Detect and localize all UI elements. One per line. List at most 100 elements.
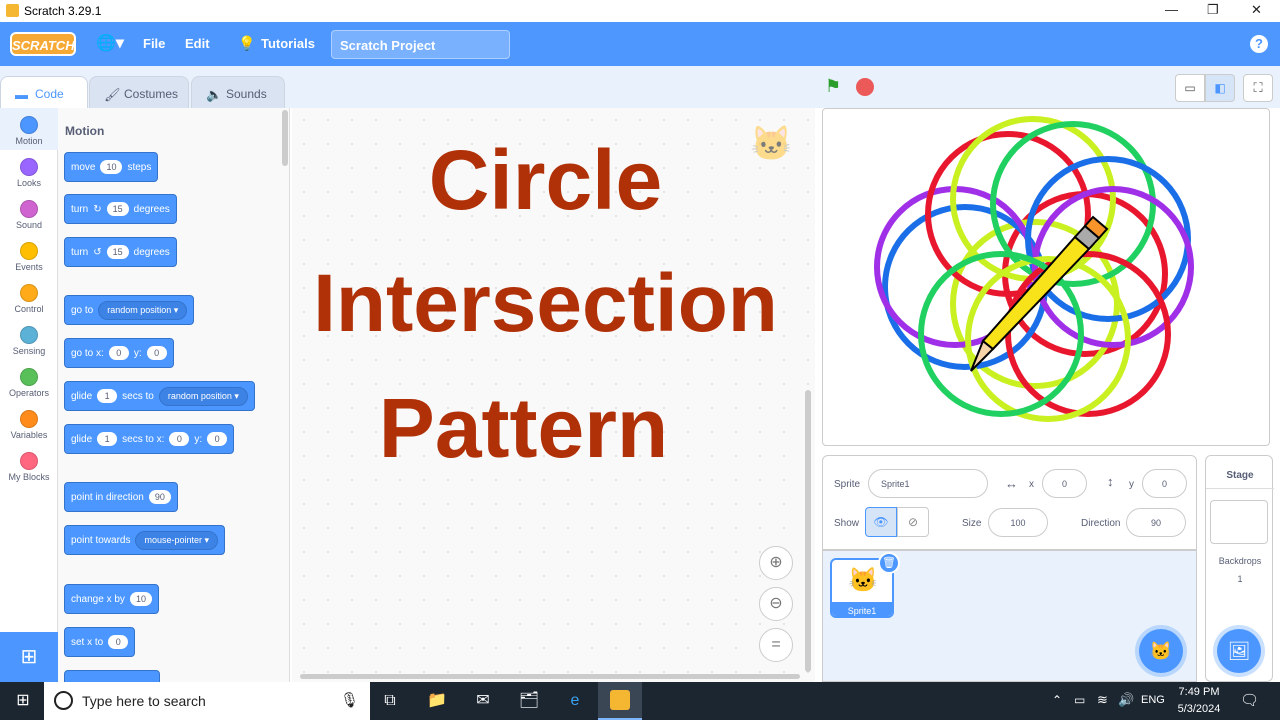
block-change-x[interactable]: change x by 10 [64,584,159,614]
add-backdrop-icon[interactable]: 🖼 [1217,629,1261,673]
language-indicator[interactable]: ENG [1141,694,1165,706]
category-control[interactable]: Control [0,276,58,318]
block-point-towards[interactable]: point towards mouse-pointer ▾ [64,525,226,555]
zoom-out-button[interactable]: ⊖ [759,587,793,621]
small-stage-icon[interactable]: ▭ [1175,74,1205,102]
category-events[interactable]: Events [0,234,58,276]
menu-edit[interactable]: Edit [185,36,210,51]
x-arrows-icon: ↔ [1005,476,1018,491]
wifi-icon[interactable]: ≋ [1097,692,1108,708]
show-hidden-icon[interactable]: ⊘ [897,507,929,537]
block-point-direction[interactable]: point in direction 90 [64,482,178,512]
block-input[interactable]: 10 [100,160,123,174]
clock-date[interactable]: 5/3/2024 [1172,703,1226,715]
y-input[interactable]: 0 [1142,469,1187,498]
restore-icon[interactable]: ❐ [1207,2,1219,18]
overlay-title-line1: Circle [428,133,663,227]
delete-sprite-trash-icon[interactable]: 🗑 [878,552,900,574]
scratch-logo[interactable]: SCRATCH [10,32,76,56]
sprite-name-input[interactable]: Sprite1 [868,469,988,498]
block-glide[interactable]: glide 1 secs to random position ▾ [64,381,255,411]
tray-chevron-icon[interactable]: ⌃ [1052,693,1062,707]
microphone-icon[interactable]: 🎙 [340,691,359,709]
search-icon [54,691,73,710]
notification-icon[interactable]: 🗨 [1240,691,1259,709]
close-icon[interactable]: ✕ [1251,2,1262,18]
x-input[interactable]: 0 [1042,469,1087,498]
add-sprite-cat-icon[interactable]: 🐱 [1139,629,1183,673]
minimize-icon[interactable]: — [1165,2,1178,17]
help-icon[interactable]: ? [1250,35,1268,53]
taskbar-search-box[interactable]: Type here to search 🎙 [44,682,370,720]
green-flag-icon[interactable]: ⚑ [825,76,841,97]
project-title-input[interactable]: Scratch Project [331,30,510,59]
zoom-reset-button[interactable]: = [759,628,793,662]
code-workspace[interactable]: 🐱 Circle Intersection Pattern [292,108,815,682]
category-motion[interactable]: Motion [0,108,58,150]
fullscreen-icon[interactable]: ⛶ [1243,74,1273,102]
zoom-in-button[interactable]: ⊕ [759,546,793,580]
mail-icon[interactable]: ✉ [472,690,494,712]
block-goto[interactable]: go to random position ▾ [64,295,195,325]
block-input[interactable]: 15 [106,245,129,259]
large-stage-icon[interactable]: ◧ [1205,74,1235,102]
stage-thumbnail[interactable] [1210,500,1268,544]
block-input[interactable]: 0 [108,635,129,649]
block-text: steps [127,161,152,173]
category-label: Looks [16,178,42,188]
clock-time[interactable]: 7:49 PM [1176,686,1222,698]
block-input[interactable]: 15 [106,202,129,216]
block-set-x[interactable]: set x to 0 [64,627,136,657]
block-move[interactable]: move 10 steps [64,152,159,182]
volume-icon[interactable]: 🔊 [1118,692,1134,708]
block-dropdown[interactable]: mouse-pointer ▾ [135,530,219,550]
task-view-icon[interactable]: ⧉ [379,690,401,712]
file-explorer-icon[interactable]: 📁 [426,690,448,712]
file-manager-icon[interactable]: 🗂 [518,690,540,712]
stop-icon[interactable] [856,78,874,96]
palette-heading: Motion [65,124,105,138]
block-input[interactable]: 10 [129,592,152,606]
overlay-title-line3: Pattern [378,381,669,475]
direction-input[interactable]: 90 [1126,508,1186,537]
block-input[interactable]: 0 [169,432,190,446]
block-goto-xy[interactable]: go to x: 0 y: 0 [64,338,174,368]
block-input[interactable]: 0 [207,432,228,446]
block-turn-right[interactable]: turn ↻ 15 degrees [64,194,177,224]
tab-code[interactable]: ▬ Code [0,76,88,109]
scratch-taskbar-button[interactable] [598,682,642,720]
size-input[interactable]: 100 [988,508,1048,537]
block-dropdown[interactable]: random position ▾ [158,386,248,406]
block-input[interactable]: 0 [108,346,129,360]
category-operators[interactable]: Operators [0,360,58,402]
language-globe-icon[interactable]: 🌐▾ [96,33,124,53]
menu-file[interactable]: File [143,36,165,51]
tab-sounds[interactable]: 🔈 Sounds [191,76,285,109]
block-input[interactable]: 1 [97,389,118,403]
block-partial[interactable] [64,670,160,682]
show-visible-icon[interactable]: 👁 [865,507,897,537]
category-label: Motion [15,136,43,146]
tab-costumes[interactable]: 🖌 Costumes [89,76,189,109]
windows-start-icon[interactable]: ⊞ [12,690,34,712]
category-sensing[interactable]: Sensing [0,318,58,360]
block-turn-left[interactable]: turn ↺ 15 degrees [64,237,177,267]
block-glide-xy[interactable]: glide 1 secs to x: 0 y: 0 [64,424,235,454]
workspace-vscrollbar[interactable] [805,390,811,672]
menu-tutorials[interactable]: Tutorials [261,36,315,51]
block-dropdown[interactable]: random position ▾ [98,300,188,320]
stage-canvas[interactable] [822,108,1270,446]
edge-browser-icon[interactable]: e [564,690,586,712]
backdrops-count: 1 [1237,574,1243,584]
block-input[interactable]: 0 [146,346,167,360]
battery-icon[interactable]: ▭ [1074,693,1085,707]
category-looks[interactable]: Looks [0,150,58,192]
category-sound[interactable]: Sound [0,192,58,234]
block-input[interactable]: 90 [148,490,171,504]
block-input[interactable]: 1 [97,432,118,446]
block-text: y: [133,347,142,359]
workspace-hscrollbar[interactable] [300,674,800,679]
category-my-blocks[interactable]: My Blocks [0,444,58,486]
add-extension-button[interactable]: ⊞ [0,632,58,682]
category-variables[interactable]: Variables [0,402,58,444]
